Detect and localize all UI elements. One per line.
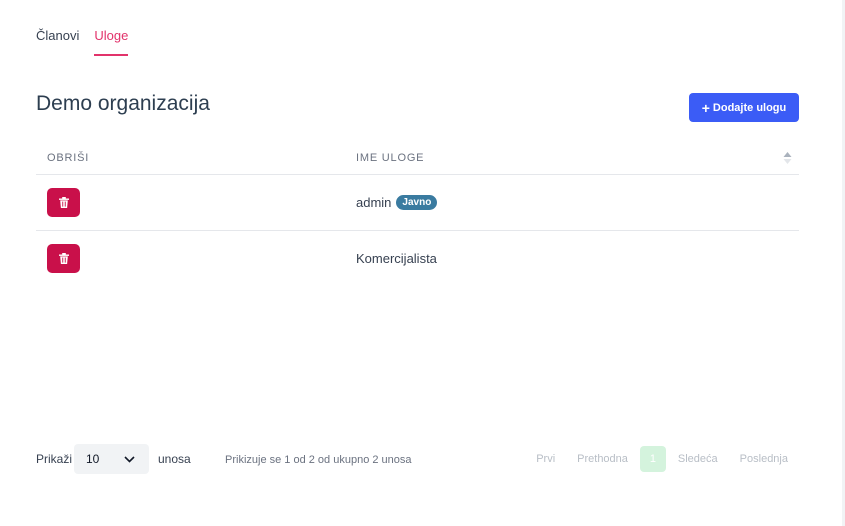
- column-header-role-name[interactable]: IME ULOGE: [356, 152, 424, 164]
- tab-members[interactable]: Članovi: [36, 28, 79, 56]
- sort-icon[interactable]: [783, 151, 792, 165]
- pagination: Prvi Prethodna 1 Sledeća Poslednja: [525, 446, 799, 472]
- table-row: admin Javno: [36, 175, 799, 231]
- role-name: admin: [356, 195, 392, 210]
- table-info: Prikizuje se 1 od 2 od ukupno 2 unosa: [225, 454, 412, 466]
- table-row: Komercijalista: [36, 231, 799, 286]
- table-header: OBRIŠI IME ULOGE: [36, 143, 799, 175]
- page-length-label: Prikaži: [36, 452, 73, 466]
- role-name-cell: admin Javno: [356, 195, 438, 210]
- delete-role-button[interactable]: [47, 188, 80, 217]
- role-name: Komercijalista: [356, 251, 437, 266]
- role-name-cell: Komercijalista: [356, 251, 437, 266]
- page-first-button[interactable]: Prvi: [525, 453, 566, 465]
- tab-bar: Članovi Uloge: [36, 28, 129, 56]
- page-length-select[interactable]: 10: [74, 444, 149, 474]
- page-length-value: 10: [86, 452, 100, 466]
- page-previous-button[interactable]: Prethodna: [566, 453, 639, 465]
- page-length-suffix: unosa: [158, 452, 191, 466]
- trash-icon: [58, 253, 69, 264]
- trash-icon: [58, 197, 69, 208]
- delete-role-button[interactable]: [47, 244, 80, 273]
- page-title: Demo organizacija: [36, 92, 210, 115]
- table-footer: Prikaži 10 unosa Prikizuje se 1 od 2 od …: [36, 444, 799, 474]
- public-badge: Javno: [396, 195, 438, 210]
- chevron-down-icon: [124, 455, 135, 463]
- column-header-delete: OBRIŠI: [47, 152, 90, 164]
- add-role-label: Dodajte ulogu: [712, 101, 787, 114]
- page-last-button[interactable]: Poslednja: [729, 453, 799, 465]
- plus-icon: +: [701, 99, 710, 116]
- roles-table: OBRIŠI IME ULOGE admin Javno Komercijali…: [36, 143, 799, 286]
- tab-roles[interactable]: Uloge: [94, 28, 129, 56]
- page-next-button[interactable]: Sledeća: [667, 453, 729, 465]
- page-current-button[interactable]: 1: [639, 446, 666, 472]
- add-role-button[interactable]: + Dodajte ulogu: [689, 93, 799, 122]
